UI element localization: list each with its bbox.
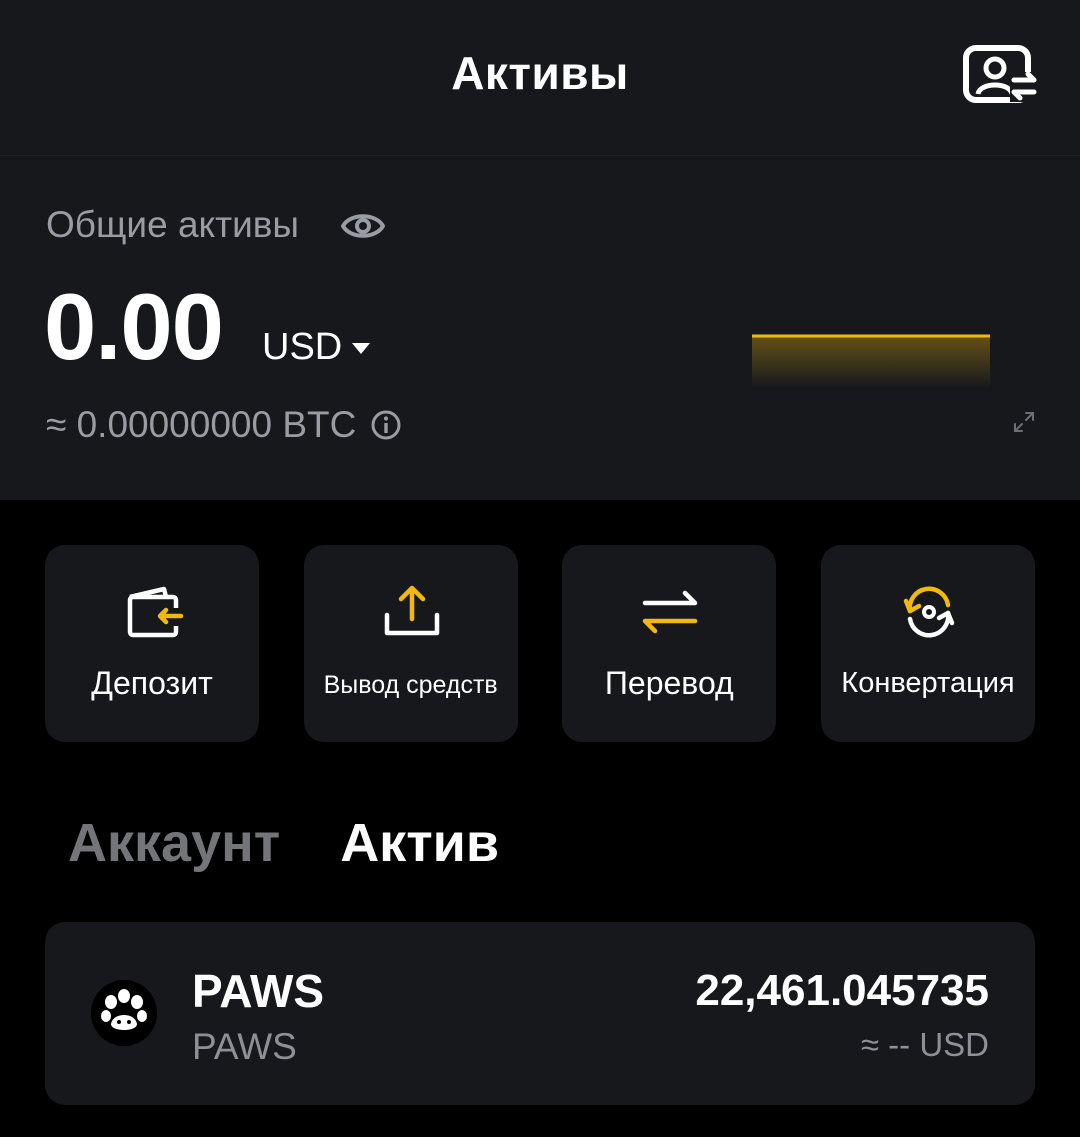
deposit-button[interactable]: Депозит [45,545,259,742]
currency-label: USD [262,326,343,368]
visibility-toggle[interactable] [340,206,386,246]
asset-usd-value: ≈ -- USD [860,1026,989,1063]
btc-equivalent: ≈ 0.00000000 BTC [46,404,402,446]
transfer-arrows-icon [643,590,698,634]
convert-label: Конвертация [841,667,1015,699]
asset-row-paws[interactable]: PAWS PAWS 22,461.045735 ≈ -- USD [45,922,1035,1105]
account-switch-button[interactable] [962,44,1040,108]
withdraw-label: Вывод средств [323,671,498,699]
expand-icon[interactable] [1012,410,1036,434]
caret-down-icon [352,342,371,354]
paws-logo-icon [91,980,157,1046]
eye-icon [341,214,385,238]
deposit-label: Депозит [91,665,213,701]
total-balance-value: 0.00 [44,274,224,379]
quick-actions: Депозит Вывод средств Перевод Конвертаци… [45,545,1035,742]
tab-account[interactable]: Аккаунт [68,812,280,874]
transfer-button[interactable]: Перевод [562,545,777,742]
convert-cycle-icon [903,586,955,638]
tab-asset[interactable]: Актив [340,812,499,874]
page-title: Активы [451,47,629,99]
total-assets-panel: Общие активы 0.00 USD ≈ 0.00000000 BTC [0,156,1080,500]
info-icon[interactable] [370,409,402,441]
total-assets-label: Общие активы [46,204,299,245]
transfer-label: Перевод [604,665,734,701]
btc-equivalent-value: ≈ 0.00000000 BTC [46,404,357,445]
asset-amount: 22,461.045735 [695,966,989,1015]
account-switch-icon [963,45,1038,103]
asset-symbol: PAWS [192,965,325,1017]
asset-name: PAWS [192,1026,297,1067]
withdraw-button[interactable]: Вывод средств [303,545,518,742]
withdraw-upload-icon [384,585,439,636]
balance-sparkline [752,334,990,388]
deposit-wallet-icon [127,586,184,638]
asset-tabs: Аккаунт Актив [68,812,559,874]
top-header: Активы [0,0,1080,156]
convert-button[interactable]: Конвертация [820,545,1035,742]
currency-selector[interactable]: USD [262,326,372,369]
